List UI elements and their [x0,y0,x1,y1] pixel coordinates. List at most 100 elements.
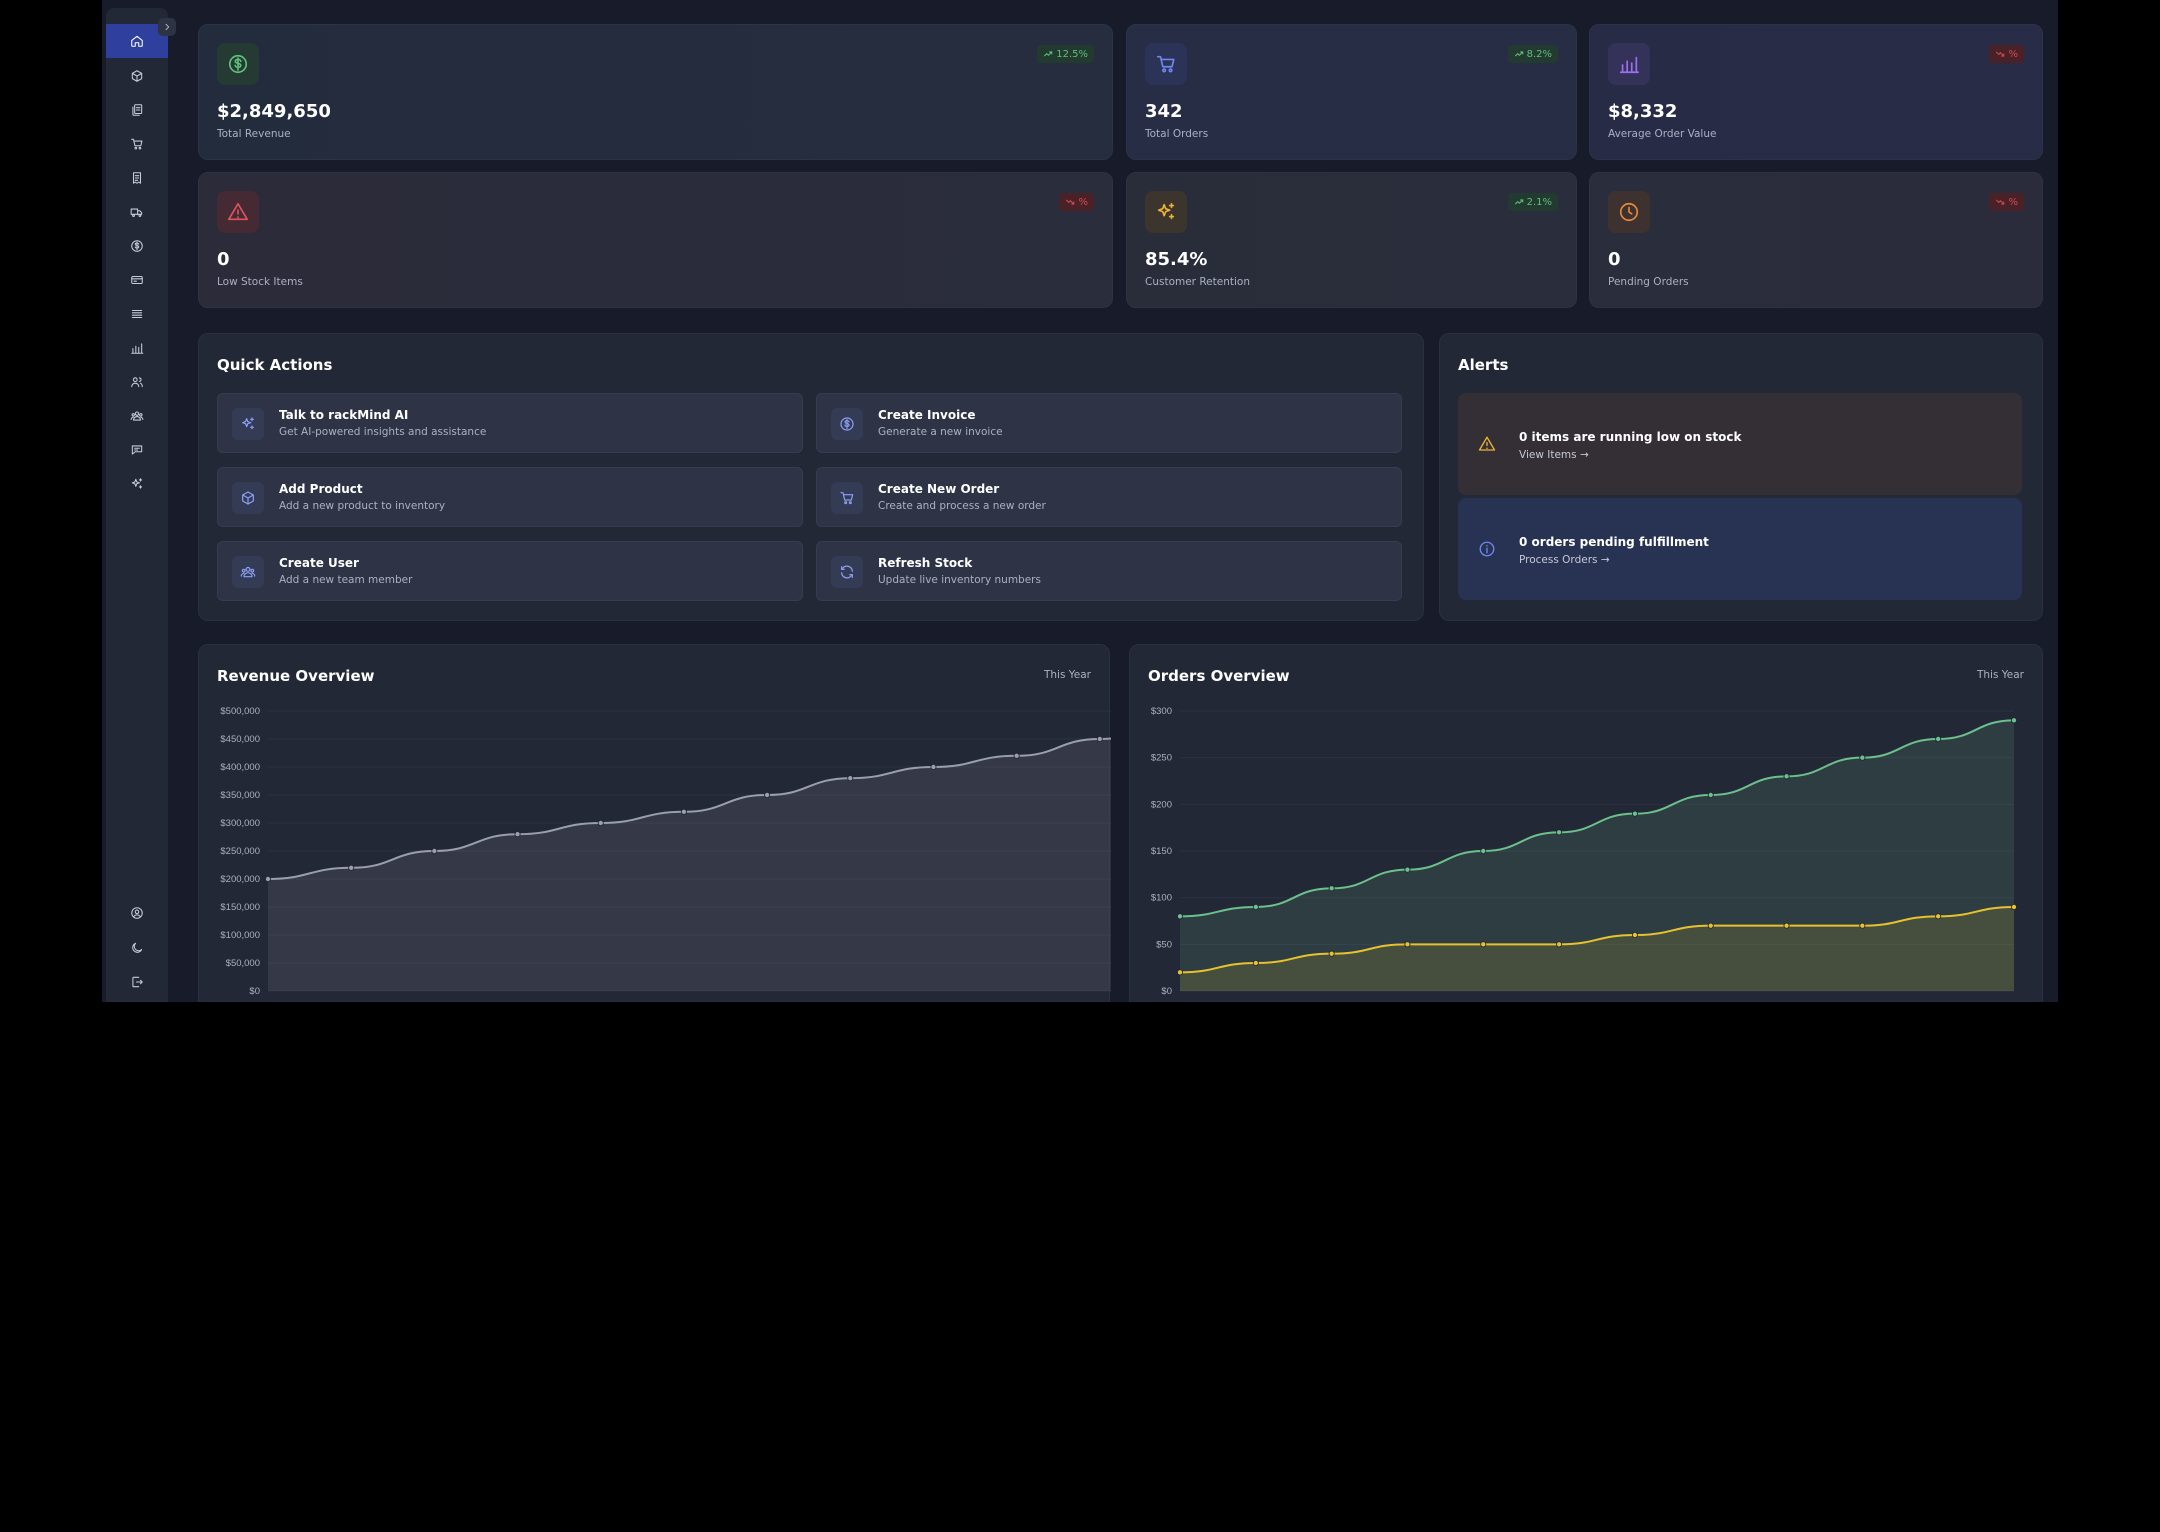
data-point[interactable] [847,775,854,782]
data-point[interactable] [431,847,438,854]
stat-icon-box [1608,43,1650,85]
data-point[interactable] [1480,847,1487,854]
stat-card: % 0 Pending Orders [1589,172,2043,308]
data-point[interactable] [265,875,272,882]
alert-link[interactable]: View Items → [1519,449,1589,461]
y-tick-label: $0 [1161,986,1172,997]
sidebar-item-invoices[interactable] [106,161,168,195]
data-point[interactable] [1859,754,1866,761]
data-point[interactable] [764,791,771,798]
data-point[interactable] [2011,903,2018,910]
data-point[interactable] [1177,913,1184,920]
action-title: Add Product [279,482,363,496]
data-point[interactable] [1707,922,1714,929]
copy-icon [132,104,143,116]
sidebar-item-users[interactable] [106,365,168,399]
sidebar-item-payments[interactable] [106,229,168,263]
data-point[interactable] [1252,903,1259,910]
alerts-panel: Alerts 0 items are running low on stock V… [1439,333,2043,621]
y-tick-label: $100,000 [220,930,260,941]
talk-to-ai-button[interactable]: Talk to rackMind AI Get AI-powered insigh… [217,393,803,453]
sidebar-item-cards[interactable] [106,263,168,297]
data-point[interactable] [1631,931,1638,938]
data-point[interactable] [1631,810,1638,817]
trend-up-icon [1514,51,1523,57]
sparkles-icon [131,478,143,489]
sidebar-item-inventory[interactable] [106,93,168,127]
add-product-button[interactable]: Add Product Add a new product to inventor… [217,467,803,527]
data-point[interactable] [2011,717,2018,724]
data-point[interactable] [1328,885,1335,892]
data-point[interactable] [1013,752,1020,759]
trend-value: 2.1% [1526,196,1552,208]
action-subtitle: Get AI-powered insights and assistance [279,426,487,438]
stat-label: Total Revenue [217,128,291,140]
data-point[interactable] [1783,773,1790,780]
list-icon [131,309,143,319]
action-title: Refresh Stock [878,556,973,570]
data-point[interactable] [1707,791,1714,798]
sidebar-item-orders[interactable] [106,127,168,161]
data-point[interactable] [1404,866,1411,873]
sidebar-collapse-button[interactable] [158,18,176,36]
trend-badge: % [1989,193,2024,211]
alert-link[interactable]: Process Orders → [1519,554,1610,566]
create-order-button[interactable]: Create New Order Create and process a new… [816,467,1402,527]
stat-label: Low Stock Items [217,276,303,288]
data-point[interactable] [1404,941,1411,948]
sidebar-item-logout[interactable] [106,965,168,999]
action-icon-box [232,482,264,514]
data-point[interactable] [1177,969,1184,976]
sidebar-item-profile[interactable] [106,896,168,930]
sidebar-item-analytics[interactable] [106,331,168,365]
sidebar-item-messages[interactable] [106,433,168,467]
stat-card: 12.5% $2,849,650 Total Revenue [198,24,1113,160]
data-point[interactable] [1556,941,1563,948]
sidebar-item-ai[interactable] [106,467,168,501]
action-icon-box [831,408,863,440]
orders-chart-panel: Orders Overview This Year $0 $50 $100 $150 $… [1129,644,2043,1002]
sidebar-item-theme[interactable] [106,931,168,965]
stat-value: 85.4% [1145,249,1208,270]
stat-label: Pending Orders [1608,276,1689,288]
data-point[interactable] [1935,913,1942,920]
data-point[interactable] [1328,950,1335,957]
trend-value: % [1078,196,1088,208]
action-icon-box [831,556,863,588]
data-point[interactable] [1935,736,1942,743]
y-tick-label: $50,000 [226,958,260,969]
data-point[interactable] [1096,736,1103,743]
alert-title: 0 orders pending fulfillment [1519,535,1709,549]
warning-icon [228,202,248,221]
data-point[interactable] [930,764,937,771]
create-invoice-button[interactable]: Create Invoice Generate a new invoice [816,393,1402,453]
data-point[interactable] [1556,829,1563,836]
sidebar-item-products[interactable] [106,59,168,93]
create-user-button[interactable]: Create User Add a new team member [217,541,803,601]
data-point[interactable] [1252,959,1259,966]
data-point[interactable] [1859,922,1866,929]
sidebar-item-shipping[interactable] [106,195,168,229]
y-tick-label: $200 [1151,799,1172,810]
y-tick-label: $250,000 [220,846,260,857]
warning-icon [1478,436,1496,451]
refresh-stock-button[interactable]: Refresh Stock Update live inventory numbe… [816,541,1402,601]
stat-icon-box [217,191,259,233]
y-tick-label: $100 [1151,893,1172,904]
data-point[interactable] [348,864,355,871]
action-icon-box [831,482,863,514]
sidebar-item-teams[interactable] [106,399,168,433]
action-subtitle: Create and process a new order [878,500,1046,512]
data-point[interactable] [680,808,687,815]
stat-value: $2,849,650 [217,101,331,122]
data-point[interactable] [1480,941,1487,948]
data-point[interactable] [597,819,604,826]
data-point[interactable] [1783,922,1790,929]
stat-card: 8.2% 342 Total Orders [1126,24,1577,160]
series-area [268,738,1111,991]
alerts-title: Alerts [1458,356,1509,374]
data-point[interactable] [514,831,521,838]
stat-card: % 0 Low Stock Items [198,172,1113,308]
sidebar-item-reports[interactable] [106,297,168,331]
low-stock-alert: 0 items are running low on stock View Ite… [1458,393,2022,495]
